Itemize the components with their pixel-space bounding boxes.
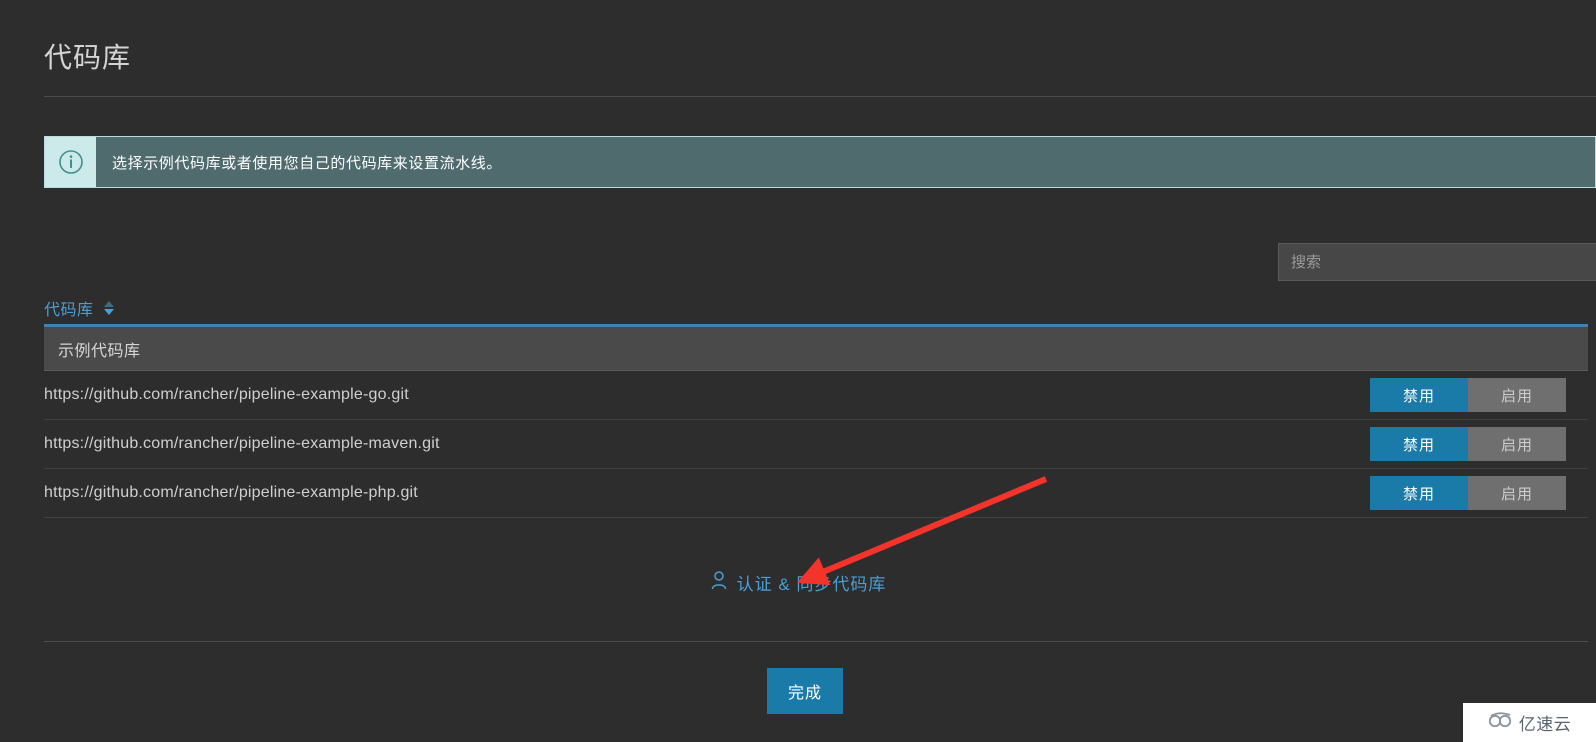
enable-button[interactable]: 启用 [1468,378,1566,412]
enable-button[interactable]: 启用 [1468,427,1566,461]
info-circle-icon [45,137,96,187]
info-banner: 选择示例代码库或者使用您自己的代码库来设置流水线。 [44,136,1596,188]
search-container [1278,243,1596,281]
repository-url: https://github.com/rancher/pipeline-exam… [44,386,409,403]
table-row: https://github.com/rancher/pipeline-exam… [44,469,1588,518]
user-icon [710,570,728,595]
group-row-label: 示例代码库 [58,342,141,360]
repository-table: 代码库 示例代码库 https://github.com/rancher/pip… [44,294,1588,518]
title-divider [44,96,1596,97]
repository-url: https://github.com/rancher/pipeline-exam… [44,435,440,452]
repository-toggle-group: 禁用 启用 [1370,476,1566,510]
auth-sync-label: 认证 & 同步代码库 [736,575,887,594]
cloud-logo-icon [1488,711,1514,734]
disable-button[interactable]: 禁用 [1370,427,1468,461]
search-input[interactable] [1278,243,1596,281]
footer-divider [44,641,1588,642]
sort-chevrons-icon[interactable] [102,299,116,317]
table-row: https://github.com/rancher/pipeline-exam… [44,371,1588,420]
disable-button[interactable]: 禁用 [1370,476,1468,510]
repository-url: https://github.com/rancher/pipeline-exam… [44,484,418,501]
disable-button[interactable]: 禁用 [1370,378,1468,412]
watermark-text: 亿速云 [1518,715,1572,734]
done-button[interactable]: 完成 [767,668,843,714]
watermark: 亿速云 [1463,703,1596,742]
repository-setup-page: 代码库 选择示例代码库或者使用您自己的代码库来设置流水线。 代码库 [0,0,1596,742]
table-group-row: 示例代码库 [44,327,1588,371]
table-row: https://github.com/rancher/pipeline-exam… [44,420,1588,469]
table-header-row: 代码库 [44,294,1588,322]
enable-button[interactable]: 启用 [1468,476,1566,510]
info-banner-message: 选择示例代码库或者使用您自己的代码库来设置流水线。 [112,154,503,172]
repository-toggle-group: 禁用 启用 [1370,427,1566,461]
repository-toggle-group: 禁用 启用 [1370,378,1566,412]
auth-sync-repositories-link[interactable]: 认证 & 同步代码库 [0,570,1596,595]
column-header-repository[interactable]: 代码库 [44,296,94,320]
page-title: 代码库 [44,42,132,73]
